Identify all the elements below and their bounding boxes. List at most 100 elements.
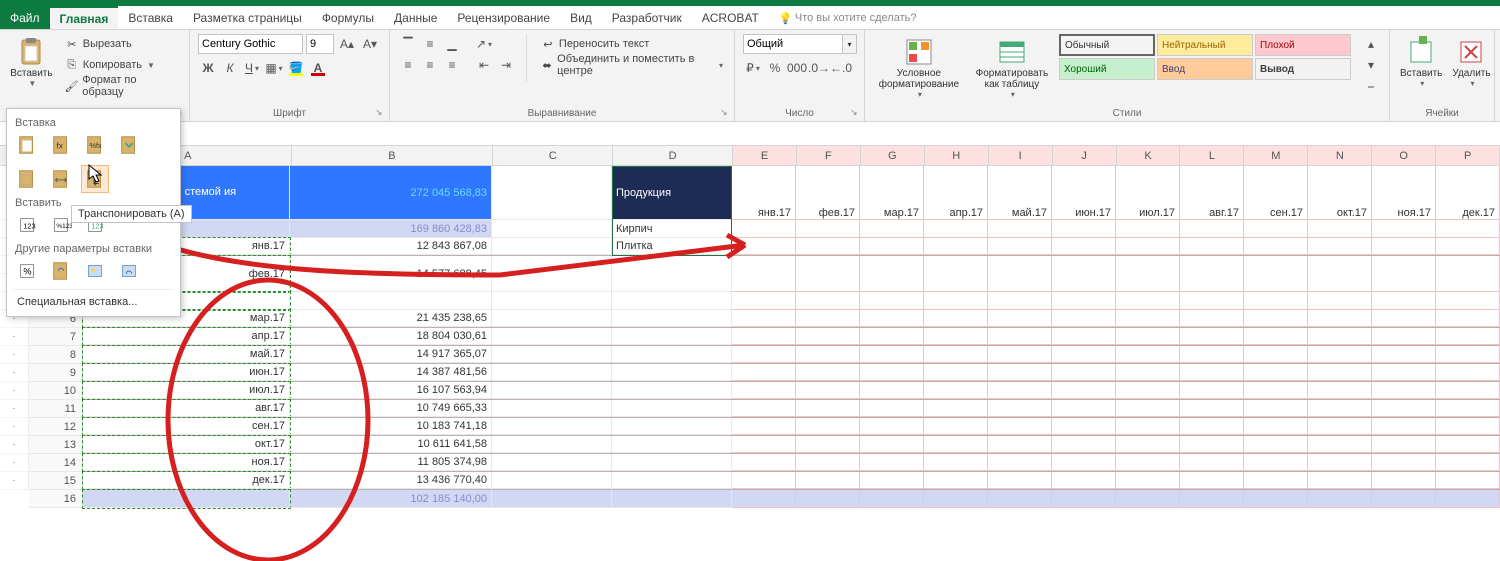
cell[interactable]: ноя.17 <box>1372 166 1436 220</box>
tab-acrobat[interactable]: ACROBAT <box>692 6 769 29</box>
delete-cells-button[interactable]: Удалить▾ <box>1450 34 1492 90</box>
cell[interactable]: ноя.17 <box>83 454 290 471</box>
cell[interactable]: июл.17 <box>1116 166 1180 220</box>
number-format-select[interactable]: ▾ <box>743 34 857 54</box>
underline-button[interactable]: Ч▾ <box>242 58 262 78</box>
tab-formulas[interactable]: Формулы <box>312 6 384 29</box>
paste-formatting-icon[interactable]: % <box>13 257 41 285</box>
cell[interactable]: фев.17 <box>796 166 860 220</box>
cell[interactable]: 14 577 688,45 <box>290 256 492 292</box>
row-header[interactable]: 15 <box>29 472 83 490</box>
style-bad[interactable]: Плохой <box>1255 34 1351 56</box>
decrease-font-icon[interactable]: A▾ <box>360 34 380 54</box>
align-left-icon[interactable]: ≡ <box>398 55 418 75</box>
increase-font-icon[interactable]: A▴ <box>337 34 357 54</box>
font-size-input[interactable] <box>306 34 334 54</box>
cell[interactable]: 12 843 867,08 <box>290 238 492 255</box>
cell[interactable]: июл.17 <box>83 382 290 399</box>
cell[interactable]: июн.17 <box>1052 166 1116 220</box>
cell[interactable]: июн.17 <box>83 364 290 381</box>
cell[interactable]: 272 045 568,83 <box>290 166 492 220</box>
style-neutral[interactable]: Нейтральный <box>1157 34 1253 56</box>
thousands-icon[interactable]: 000 <box>787 58 807 78</box>
style-input[interactable]: Ввод <box>1157 58 1253 80</box>
paste-special-menu[interactable]: Специальная вставка... <box>13 289 174 310</box>
merge-center-button[interactable]: ⬌Объединить и поместить в центре▾ <box>537 55 726 75</box>
tab-home[interactable]: Главная <box>50 6 119 29</box>
cell-styles-gallery[interactable]: Обычный Нейтральный Плохой Хороший Ввод … <box>1059 34 1351 80</box>
cell[interactable]: дек.17 <box>83 472 290 489</box>
orientation-icon[interactable]: ↗▾ <box>474 34 494 54</box>
col-header[interactable]: C <box>493 146 613 165</box>
row-header[interactable]: 14 <box>29 454 83 472</box>
tab-data[interactable]: Данные <box>384 6 447 29</box>
col-header[interactable]: L <box>1180 146 1244 165</box>
paste-formulas-numfmt-icon[interactable]: %fx <box>81 131 109 159</box>
paste-transpose-icon[interactable] <box>81 165 109 193</box>
cell[interactable]: май.17 <box>988 166 1052 220</box>
cell[interactable]: сен.17 <box>1244 166 1308 220</box>
decrease-indent-icon[interactable]: ⇤ <box>474 55 494 75</box>
col-header[interactable]: D <box>613 146 733 165</box>
cell[interactable]: 16 107 563,94 <box>290 382 492 399</box>
cells-area[interactable]: и по деятельности стемой ия 272 045 568,… <box>83 166 1500 508</box>
align-bottom-icon[interactable]: ▁ <box>442 34 462 54</box>
cell[interactable]: сен.17 <box>83 418 290 435</box>
paste-no-borders-icon[interactable] <box>13 165 41 193</box>
col-header[interactable]: M <box>1244 146 1308 165</box>
col-header[interactable]: J <box>1053 146 1117 165</box>
style-good[interactable]: Хороший <box>1059 58 1155 80</box>
align-middle-icon[interactable]: ≡ <box>420 34 440 54</box>
cell[interactable]: 10 749 665,33 <box>290 400 492 417</box>
cell[interactable]: авг.17 <box>1180 166 1244 220</box>
cell[interactable]: 10 183 741,18 <box>290 418 492 435</box>
style-normal[interactable]: Обычный <box>1059 34 1155 56</box>
cell[interactable]: 18 804 030,61 <box>290 328 492 345</box>
cell[interactable] <box>83 490 290 508</box>
tab-developer[interactable]: Разработчик <box>602 6 692 29</box>
borders-button[interactable]: ▦▾ <box>264 58 284 78</box>
paste-keep-colwidth-icon[interactable] <box>47 165 75 193</box>
cell[interactable] <box>732 220 796 238</box>
conditional-formatting-button[interactable]: Условное форматирование▾ <box>873 34 965 101</box>
col-header[interactable]: B <box>292 146 494 165</box>
row-header[interactable]: 10 <box>29 382 83 400</box>
align-center-icon[interactable]: ≡ <box>420 55 440 75</box>
row-header[interactable]: 8 <box>29 346 83 364</box>
row-header[interactable]: 7 <box>29 328 83 346</box>
paste-button[interactable]: Вставить ▼ <box>8 34 55 90</box>
cell[interactable]: 14 387 481,56 <box>290 364 492 381</box>
tab-file[interactable]: Файл <box>0 6 50 29</box>
cut-button[interactable]: ✂Вырезать <box>61 34 181 54</box>
paste-link-icon[interactable] <box>47 257 75 285</box>
col-header[interactable]: P <box>1436 146 1500 165</box>
increase-decimal-icon[interactable]: .0→ <box>809 58 829 78</box>
currency-icon[interactable]: ₽▾ <box>743 58 763 78</box>
cell[interactable] <box>492 166 612 220</box>
copy-button[interactable]: ⎘Копировать▼ <box>61 55 181 75</box>
italic-button[interactable]: К <box>220 58 240 78</box>
cell[interactable]: 11 805 374,98 <box>290 454 492 471</box>
fill-color-button[interactable]: 🪣 <box>286 58 306 78</box>
scroll-down-icon[interactable]: ▾ <box>1361 55 1381 75</box>
paste-linked-picture-icon[interactable] <box>115 257 143 285</box>
row-header[interactable]: 11 <box>29 400 83 418</box>
tab-insert[interactable]: Вставка <box>118 6 183 29</box>
format-as-table-button[interactable]: Форматировать как таблицу▾ <box>971 34 1053 101</box>
cell[interactable]: окт.17 <box>83 436 290 453</box>
cell[interactable]: окт.17 <box>1308 166 1372 220</box>
dialog-launcher-icon[interactable]: ↘ <box>375 107 387 119</box>
col-header[interactable]: E <box>733 146 797 165</box>
format-painter-button[interactable]: 🖌Формат по образцу <box>61 76 181 96</box>
cell[interactable]: 14 917 365,07 <box>290 346 492 363</box>
paste-keep-source-icon[interactable] <box>115 131 143 159</box>
align-right-icon[interactable]: ≡ <box>442 55 462 75</box>
col-header[interactable]: F <box>797 146 861 165</box>
cell[interactable]: апр.17 <box>924 166 988 220</box>
scroll-up-icon[interactable]: ▴ <box>1361 34 1381 54</box>
col-header[interactable]: K <box>1117 146 1181 165</box>
wrap-text-button[interactable]: ↩Переносить текст <box>537 34 726 54</box>
row-header[interactable]: 13 <box>29 436 83 454</box>
cell[interactable]: 10 611 641,58 <box>290 436 492 453</box>
paste-values-icon[interactable]: 123 <box>13 211 41 239</box>
